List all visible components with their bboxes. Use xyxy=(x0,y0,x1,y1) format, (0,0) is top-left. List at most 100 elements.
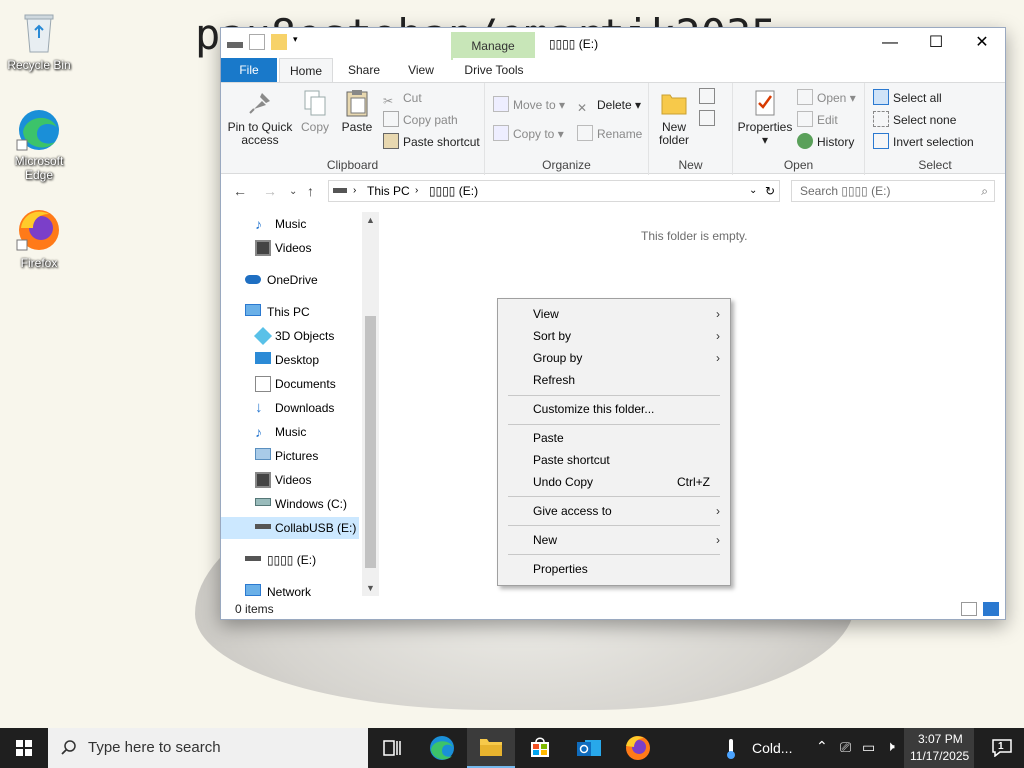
rename-button[interactable]: Rename xyxy=(577,124,642,144)
scroll-up-icon[interactable]: ▲ xyxy=(362,212,379,228)
menu-item-customize-folder[interactable]: Customize this folder... xyxy=(500,398,728,420)
nav-item-music[interactable]: ♪ Music xyxy=(221,213,361,235)
delete-button[interactable]: ✕ Delete ▾ xyxy=(577,95,641,115)
tab-home[interactable]: Home xyxy=(279,58,333,82)
nav-item-drive-e[interactable]: ▯▯▯▯ (E:) xyxy=(221,549,361,571)
scrollbar-thumb[interactable] xyxy=(365,316,376,568)
maximize-button[interactable]: ☐ xyxy=(913,28,959,58)
properties-qat-icon[interactable] xyxy=(249,34,265,50)
history-button[interactable]: History xyxy=(797,132,854,152)
nav-item-windows-c[interactable]: Windows (C:) xyxy=(221,493,361,515)
copy-to-button[interactable]: Copy to ▾ xyxy=(493,124,564,144)
clock[interactable]: 3:07 PM 11/17/2025 xyxy=(904,728,974,768)
paste-button[interactable]: Paste xyxy=(339,87,375,134)
task-view-button[interactable] xyxy=(368,728,416,768)
details-view-icon[interactable] xyxy=(961,602,977,616)
scissors-icon: ✂ xyxy=(383,94,394,108)
search-input[interactable]: Search ▯▯▯▯ (E:) ⌕ xyxy=(791,180,995,202)
taskbar-edge-button[interactable] xyxy=(418,728,466,768)
nav-item-music[interactable]: ♪ Music xyxy=(221,421,361,443)
tab-file[interactable]: File xyxy=(221,58,277,82)
nav-item-documents[interactable]: Documents xyxy=(221,373,361,395)
nav-item-downloads[interactable]: ↓ Downloads xyxy=(221,397,361,419)
properties-button[interactable]: Properties ▾ xyxy=(737,87,793,147)
nav-item-onedrive[interactable]: OneDrive xyxy=(221,269,361,291)
menu-item-new[interactable]: New › xyxy=(500,529,728,551)
tab-view[interactable]: View xyxy=(395,58,447,82)
edit-button[interactable]: Edit xyxy=(797,110,838,130)
refresh-icon[interactable]: ↻ xyxy=(765,181,775,201)
new-folder-button[interactable]: New folder xyxy=(653,87,695,147)
tab-drive-tools[interactable]: Drive Tools xyxy=(453,58,535,82)
recent-locations-chevron-icon[interactable]: ⌄ xyxy=(289,186,297,197)
start-button[interactable] xyxy=(0,728,48,768)
chevron-right-icon[interactable]: › xyxy=(415,181,418,201)
nav-item-desktop[interactable]: Desktop xyxy=(221,349,361,371)
nav-item-pictures[interactable]: Pictures xyxy=(221,445,361,467)
menu-item-group-by[interactable]: Group by › xyxy=(500,347,728,369)
menu-item-view[interactable]: View › xyxy=(500,303,728,325)
back-arrow-icon[interactable]: ← xyxy=(233,183,247,199)
volume-muted-icon[interactable]: 🕨 xyxy=(886,738,895,755)
new-folder-qat-icon[interactable] xyxy=(271,34,287,50)
select-all-button[interactable]: Select all xyxy=(873,88,942,108)
meet-now-icon[interactable]: ⎚ xyxy=(840,739,851,756)
notification-center-button[interactable]: 1 xyxy=(980,728,1024,768)
nav-item-videos[interactable]: Videos xyxy=(221,237,361,259)
weather-widget[interactable]: Cold... xyxy=(720,728,800,768)
tab-manage[interactable]: Manage xyxy=(451,32,535,60)
move-to-button[interactable]: Move to ▾ xyxy=(493,95,565,115)
breadcrumb-this-pc[interactable]: This PC xyxy=(367,181,410,201)
open-button[interactable]: Open ▾ xyxy=(797,88,856,108)
forward-arrow-icon[interactable]: → xyxy=(263,183,277,199)
menu-item-sort-by[interactable]: Sort by › xyxy=(500,325,728,347)
pin-to-quick-access-button[interactable]: Pin to Quick access xyxy=(227,87,293,147)
taskbar-search-input[interactable]: Type here to search xyxy=(48,728,368,768)
copy-path-button[interactable]: Copy path xyxy=(383,110,458,130)
title-bar[interactable]: ▾ Manage ▯▯▯▯ (E:) — ☐ ✕ xyxy=(221,28,1005,60)
desktop-icon-edge[interactable]: Microsoft Edge xyxy=(1,104,77,182)
menu-item-give-access[interactable]: Give access to › xyxy=(500,500,728,522)
close-button[interactable]: ✕ xyxy=(959,28,1005,58)
paste-shortcut-button[interactable]: Paste shortcut xyxy=(383,132,480,152)
menu-item-paste-shortcut[interactable]: Paste shortcut xyxy=(500,449,728,471)
taskbar-file-explorer-button[interactable] xyxy=(467,728,515,768)
desktop-icon-recycle-bin[interactable]: Recycle Bin xyxy=(1,8,77,72)
nav-item-this-pc[interactable]: This PC xyxy=(221,301,361,323)
scroll-down-icon[interactable]: ▼ xyxy=(362,580,379,596)
invert-selection-icon xyxy=(873,133,889,149)
menu-item-properties[interactable]: Properties xyxy=(500,558,728,580)
address-dropdown-icon[interactable]: ⌄ xyxy=(749,181,757,201)
menu-item-undo-copy[interactable]: Undo Copy Ctrl+Z xyxy=(500,471,728,493)
taskbar-firefox-button[interactable] xyxy=(614,728,662,768)
copy-button[interactable]: Copy xyxy=(297,87,333,134)
group-label-new: New xyxy=(678,158,703,172)
nav-item-network[interactable]: Network xyxy=(221,581,361,596)
menu-item-refresh[interactable]: Refresh xyxy=(500,369,728,391)
show-hidden-icons-chevron-icon[interactable]: ⌃ xyxy=(816,738,828,755)
customize-qat-icon[interactable]: ▾ xyxy=(293,34,301,50)
large-icons-view-icon[interactable] xyxy=(983,602,999,616)
minimize-button[interactable]: — xyxy=(867,28,913,58)
desktop-icon-firefox[interactable]: Firefox xyxy=(1,206,77,270)
taskbar-store-button[interactable] xyxy=(516,728,564,768)
easy-access-button[interactable] xyxy=(699,109,719,129)
easy-access-icon xyxy=(699,110,715,126)
nav-item-collabusb[interactable]: CollabUSB (E:) xyxy=(221,517,359,539)
menu-item-paste[interactable]: Paste xyxy=(500,427,728,449)
navigation-scrollbar[interactable]: ▲ ▼ xyxy=(362,212,379,596)
select-none-button[interactable]: Select none xyxy=(873,110,956,130)
nav-item-3d-objects[interactable]: 3D Objects xyxy=(221,325,361,347)
paste-icon xyxy=(346,90,368,117)
up-arrow-icon[interactable]: ↑ xyxy=(307,183,314,199)
chevron-right-icon[interactable]: › xyxy=(353,181,356,201)
address-box[interactable]: › This PC › ▯▯▯▯ (E:) ⌄ ↻ xyxy=(328,180,780,202)
new-item-button[interactable] xyxy=(699,87,719,107)
network-icon[interactable]: ▭ xyxy=(862,739,875,756)
cut-button[interactable]: ✂ Cut xyxy=(383,88,422,108)
tab-share[interactable]: Share xyxy=(339,58,389,82)
taskbar-outlook-button[interactable] xyxy=(565,728,613,768)
breadcrumb-drive[interactable]: ▯▯▯▯ (E:) xyxy=(429,181,478,201)
invert-selection-button[interactable]: Invert selection xyxy=(873,132,974,152)
nav-item-videos[interactable]: Videos xyxy=(221,469,361,491)
